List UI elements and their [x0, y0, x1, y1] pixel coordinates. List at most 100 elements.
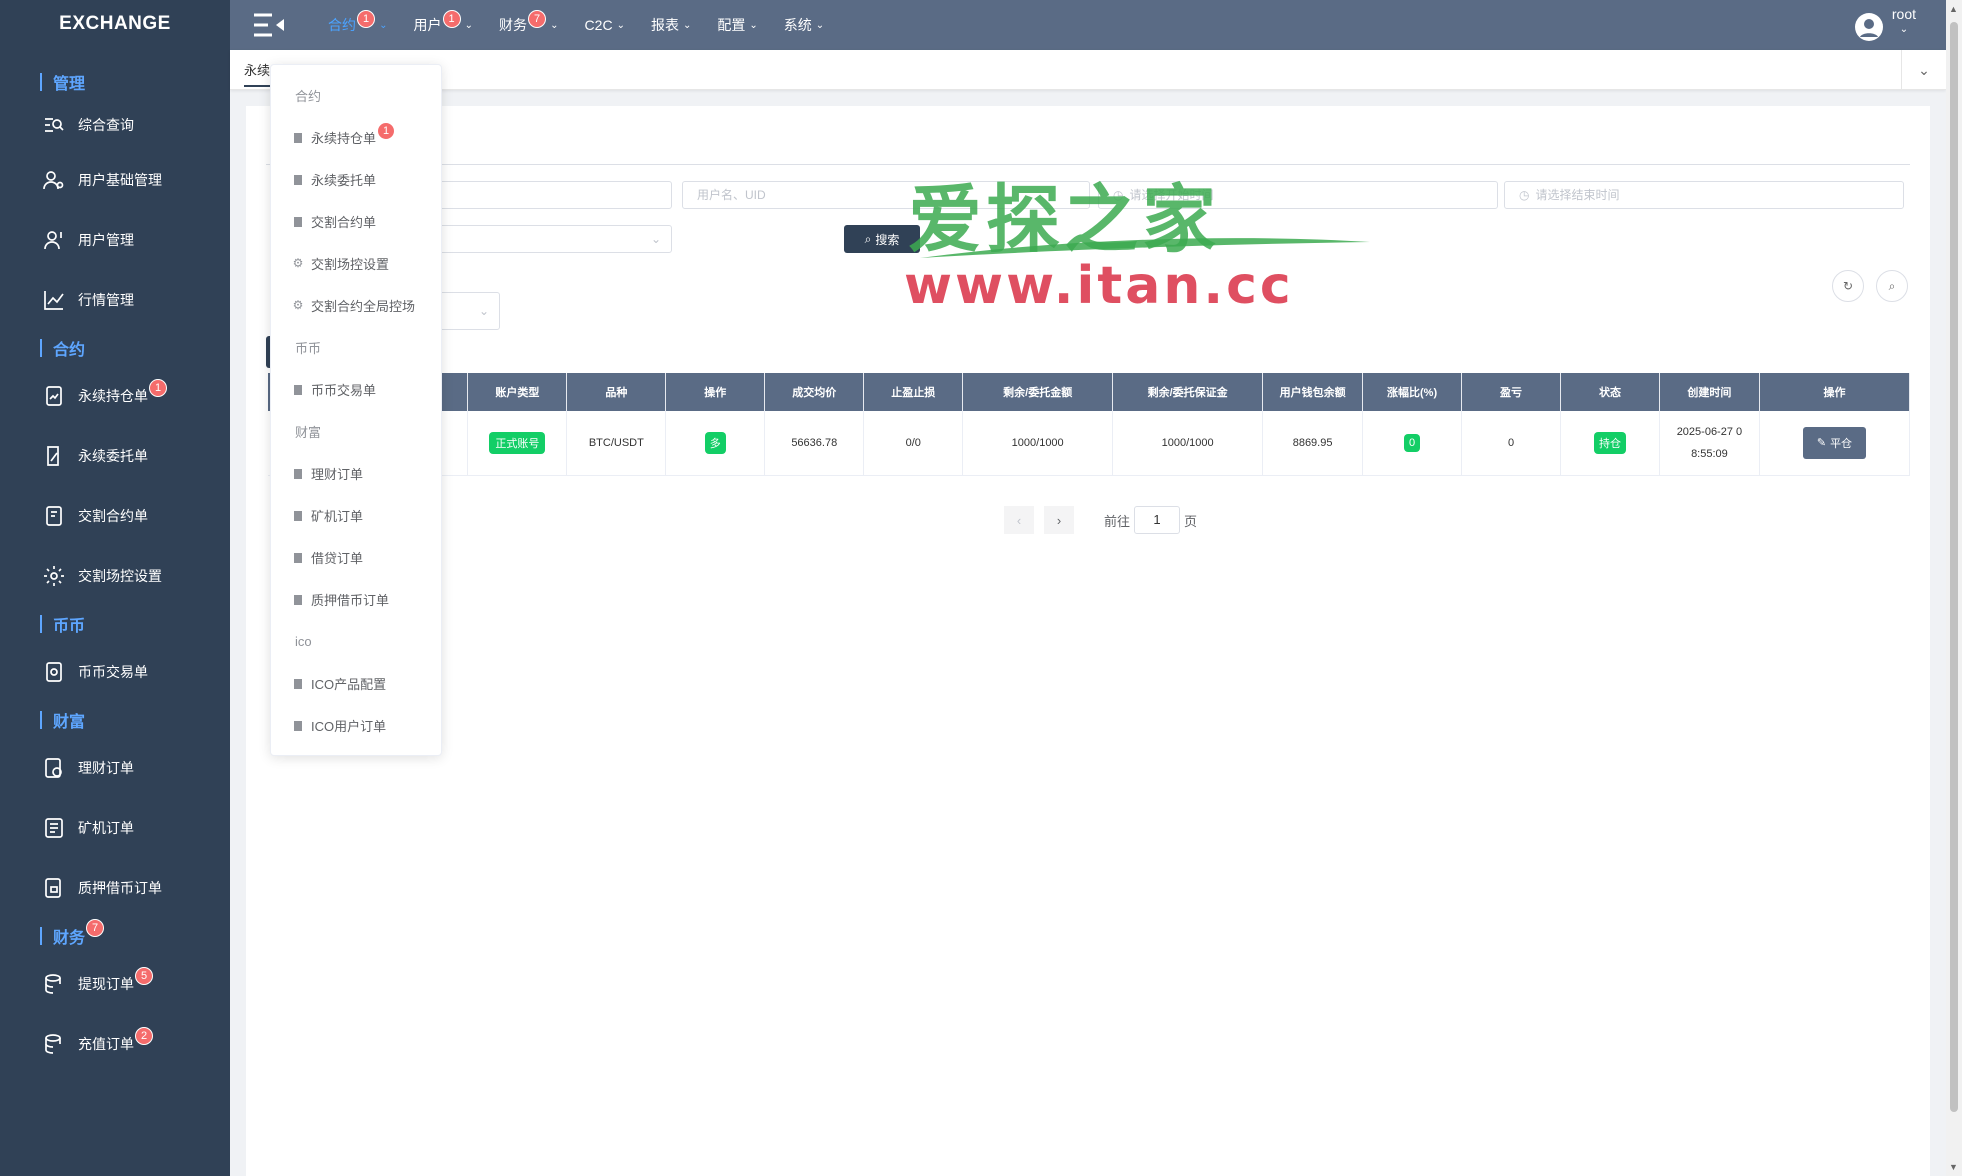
menu-toggle-icon[interactable]	[250, 10, 290, 40]
chevron-down-icon: ⌄	[815, 19, 825, 31]
chevron-down-icon: ⌄	[616, 19, 625, 31]
sidebar-item-finance-orders[interactable]: 理财订单	[0, 738, 230, 798]
sidebar-item-query[interactable]: 综合查询	[0, 100, 230, 150]
scrollbar-thumb[interactable]	[1950, 22, 1958, 1112]
account-type-tag: 正式账号	[489, 431, 546, 454]
clipboard-icon	[293, 132, 303, 143]
doc-icon	[42, 504, 66, 528]
dropdown-item-ico-products[interactable]: ICO产品配置	[271, 665, 441, 701]
search-input[interactable]: 用户名、UID	[682, 181, 1090, 209]
nav-finance[interactable]: 财务 7 ⌄	[499, 0, 559, 50]
dropdown-item-delivery-control[interactable]: ⚙ 交割场控设置	[271, 245, 441, 281]
doc-list-icon	[42, 816, 66, 840]
sidebar-item-deposit-orders[interactable]: 充值订单 2	[0, 1014, 230, 1074]
scroll-up-icon[interactable]: ▲	[1949, 4, 1958, 14]
dropdown-item-delivery-orders[interactable]: 交割合约单	[271, 203, 441, 239]
dropdown-item-finance-orders[interactable]: 理财订单	[271, 455, 441, 491]
gear-icon: ⚙	[292, 256, 304, 270]
table-header-cell: 成交均价	[764, 373, 865, 411]
dropdown-item-delivery-global-control[interactable]: ⚙ 交割合约全局控场	[271, 287, 441, 323]
table-cell: 1000/1000	[962, 411, 1114, 476]
clipboard-icon	[293, 594, 303, 605]
dropdown-item-pledge-orders[interactable]: 质押借币订单	[271, 581, 441, 617]
sidebar-item-market[interactable]: 行情管理	[0, 270, 230, 330]
refresh-button[interactable]: ↻	[1832, 270, 1864, 302]
page-suffix: 页	[1184, 513, 1198, 529]
sidebar-item-delivery-control[interactable]: 交割场控设置	[0, 546, 230, 606]
sidebar-group-wealth: 财富	[0, 702, 230, 738]
line-chart-icon	[42, 288, 66, 312]
sidebar-item-spot-orders[interactable]: 币币交易单	[0, 642, 230, 702]
start-time-picker[interactable]: ◷ 请选择开始时间	[1098, 181, 1498, 209]
sidebar-item-pledge-orders[interactable]: 质押借币订单	[0, 858, 230, 918]
chevron-down-icon: ⌄	[650, 232, 661, 246]
scroll-down-icon[interactable]: ▼	[1949, 1162, 1958, 1172]
table-cell: BTC/USDT	[566, 411, 667, 476]
page-scrollbar[interactable]: ▲ ▼	[1946, 0, 1962, 1176]
dropdown-item-perpetual-orders[interactable]: 永续委托单	[271, 161, 441, 197]
user-menu[interactable]: root ⌄	[1854, 6, 1916, 42]
sidebar-group-spot: 币币	[0, 606, 230, 642]
filter-input-1[interactable]	[416, 181, 672, 209]
dropdown-group-contract: 合约	[295, 88, 322, 104]
table-header-cell: 剩余/委托保证金	[1112, 373, 1264, 411]
dropdown-group-wealth: 财富	[295, 424, 322, 440]
search-list-icon	[42, 113, 66, 137]
dropdown-item-spot-orders[interactable]: 币币交易单	[271, 371, 441, 407]
filter-select[interactable]: ⌄	[416, 225, 672, 253]
close-position-button[interactable]: ✎ 平仓	[1802, 426, 1867, 459]
prev-page-button[interactable]: ‹	[1004, 506, 1034, 534]
search-button[interactable]: ⌕ 搜索	[844, 225, 920, 253]
dropdown-item-miner-orders[interactable]: 矿机订单	[271, 497, 441, 533]
search-icon: ⌕	[864, 231, 872, 246]
table-header: 账户类型 品种 操作 成交均价 止盈止损 剩余/委托金额 剩余/委托保证金 用户…	[268, 373, 1911, 411]
user-name: root	[1891, 6, 1916, 22]
change-pct-tag: 0	[1403, 433, 1421, 452]
sidebar-item-user-basic[interactable]: 用户基础管理	[0, 150, 230, 210]
nav-system[interactable]: 系统 ⌄	[784, 0, 824, 50]
badge: 5	[135, 967, 154, 985]
dropdown-item-loan-orders[interactable]: 借贷订单	[271, 539, 441, 575]
nav-contract[interactable]: 合约 1 ⌄	[328, 0, 388, 50]
table-header-cell: 用户钱包余额	[1262, 373, 1364, 411]
sidebar-item-perpetual-positions[interactable]: 永续持仓单 1	[0, 366, 230, 426]
app-logo: EXCHANGE	[59, 13, 171, 34]
nav-config[interactable]: 配置 ⌄	[717, 0, 757, 50]
database-icon	[42, 972, 66, 996]
pagination: ‹ › 前往 1 页	[1004, 506, 1197, 534]
next-page-button[interactable]: ›	[1044, 506, 1074, 534]
table-header-cell: 盈亏	[1461, 373, 1561, 411]
dropdown-item-ico-user-orders[interactable]: ICO用户订单	[271, 707, 441, 743]
chevron-down-icon: ⌄	[464, 19, 474, 31]
table-header-cell: 状态	[1560, 373, 1660, 411]
table-cell: 8869.95	[1262, 411, 1364, 476]
dropdown-item-perpetual-positions[interactable]: 永续持仓单 1	[271, 119, 441, 155]
sidebar-item-delivery-orders[interactable]: 交割合约单	[0, 486, 230, 546]
nav-c2c[interactable]: C2C ⌄	[585, 0, 625, 50]
chevron-down-icon[interactable]: ⌄	[1912, 58, 1936, 82]
tags-bar: 永续 ⌄	[230, 50, 1946, 90]
sidebar-item-users[interactable]: 用户管理	[0, 210, 230, 270]
sidebar-item-perpetual-orders[interactable]: 永续委托单	[0, 426, 230, 486]
created-time-line2: 8:55:09	[1691, 447, 1728, 460]
tab-active[interactable]: 永续	[244, 60, 271, 87]
dropdown-group-spot: 币币	[295, 340, 322, 356]
created-time-line1: 2025-06-27 0	[1676, 425, 1743, 438]
search-toggle-button[interactable]: ⌕	[1876, 270, 1908, 302]
chevron-down-icon: ⌄	[478, 304, 489, 318]
sidebar: EXCHANGE 管理 综合查询 用户基础管理 用户管理 行情管理 合约 永续持…	[0, 0, 230, 1176]
nav-user[interactable]: 用户 1 ⌄	[414, 0, 474, 50]
chevron-left-icon: ‹	[1016, 512, 1022, 528]
badge: 1	[357, 10, 376, 28]
badge: 1	[442, 10, 461, 28]
nav-report[interactable]: 报表 ⌄	[651, 0, 691, 50]
end-time-picker[interactable]: ◷ 请选择结束时间	[1504, 181, 1904, 209]
direction-tag: 多	[704, 431, 726, 454]
search-icon: ⌕	[1888, 278, 1896, 293]
sidebar-item-withdraw-orders[interactable]: 提现订单 5	[0, 954, 230, 1014]
sidebar-item-miner-orders[interactable]: 矿机订单	[0, 798, 230, 858]
clipboard-icon	[293, 678, 303, 689]
top-navbar: 合约 1 ⌄ 用户 1 ⌄ 财务 7 ⌄ C2C ⌄ 报表 ⌄ 配置 ⌄ 系统 ⌄ root ⌄	[230, 0, 1946, 50]
page-input[interactable]: 1	[1134, 506, 1181, 534]
divider	[266, 164, 1910, 165]
